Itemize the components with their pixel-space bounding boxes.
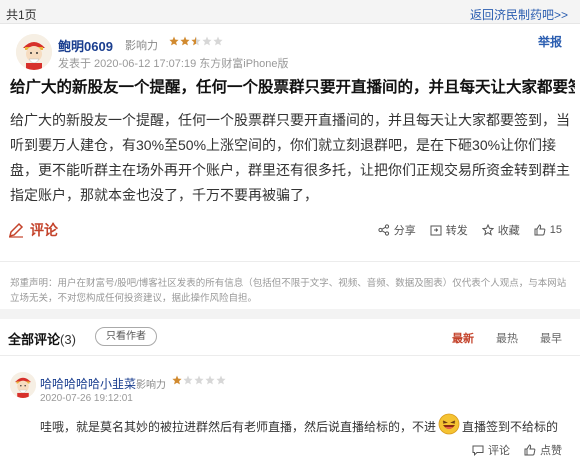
comments-header: 全部评论(3) <box>8 329 76 348</box>
comment-like-button[interactable]: 点赞 <box>524 442 562 458</box>
like-button[interactable]: 15 <box>534 222 562 238</box>
post-author-name[interactable]: 鲍明0609 <box>58 36 113 55</box>
sort-earliest-tab[interactable]: 最早 <box>540 330 562 346</box>
comment-time: 2020-07-26 19:12:01 <box>40 393 133 404</box>
favorite-label: 收藏 <box>497 225 520 237</box>
laughing-emoji-icon <box>438 413 460 435</box>
star-outline-icon <box>481 224 494 236</box>
star-icon <box>180 36 190 46</box>
comment-button[interactable]: 评论 <box>8 220 58 240</box>
star-icon <box>191 36 201 46</box>
top-bar: 共1页 返回济民制药吧>> <box>0 0 580 24</box>
like-count: 15 <box>549 224 562 236</box>
share-icon <box>378 224 389 236</box>
star-icon <box>202 36 212 46</box>
thumbs-up-icon <box>524 444 536 456</box>
reply-button[interactable]: 评论 <box>472 442 510 458</box>
share-button[interactable]: 分享 <box>378 222 416 238</box>
comment-button-label: 评论 <box>30 222 58 238</box>
divider <box>0 355 580 356</box>
star-icon <box>216 375 226 385</box>
sort-newest-tab[interactable]: 最新 <box>452 330 474 346</box>
repost-icon <box>430 225 442 236</box>
repost-label: 转发 <box>445 225 468 237</box>
post-body: 给广大的新股友一个提醒，任何一个股票群只要开直播间的，并且每天让大家都要签到，当… <box>10 112 570 203</box>
disclaimer-text: 郑重声明：用户在财富号/股吧/博客社区发表的所有信息（包括但不限于文字、视频、音… <box>10 278 567 304</box>
only-author-button[interactable]: 只看作者 <box>95 327 157 346</box>
comment-actions: 评论 点赞 <box>472 442 562 458</box>
star-icon <box>213 36 223 46</box>
report-button[interactable]: 举报 <box>538 33 562 50</box>
influence-label: 影响力 <box>136 380 166 391</box>
comment-sort-tabs: 最新 最热 最早 <box>452 330 562 346</box>
favorite-button[interactable]: 收藏 <box>481 222 520 238</box>
influence-label: 影响力 <box>125 40 158 52</box>
avatar-icon <box>10 372 36 398</box>
comment-like-label: 点赞 <box>540 445 562 457</box>
comment-text: 哇哦，就是莫名其妙的被拉进群然后有老师直播，然后说直播给标的，不进 直播签到不给… <box>40 413 575 439</box>
commenter-name[interactable]: 哈哈哈哈哈小韭菜 <box>40 375 136 392</box>
share-label: 分享 <box>393 225 416 237</box>
star-icon <box>205 375 215 385</box>
sort-hottest-tab[interactable]: 最热 <box>496 330 518 346</box>
divider <box>0 261 580 262</box>
comment-text-part: 哇哦，就是莫名其妙的被拉进群然后有老师直播，然后说直播给标的，不进 <box>40 420 437 435</box>
star-icon <box>172 375 182 385</box>
star-icon <box>194 375 204 385</box>
post-meta: 发表于 2020-06-12 17:07:19 东方财富iPhone版 <box>58 58 289 70</box>
comment-text-part: 直播签到不给标的 <box>462 420 559 435</box>
comments-title: 全部评论 <box>8 332 61 347</box>
page-count: 共1页 <box>6 8 37 22</box>
section-separator <box>0 309 580 319</box>
comments-count: (3) <box>60 332 76 347</box>
avatar-icon <box>16 34 52 70</box>
star-icon <box>169 36 179 46</box>
back-to-forum-link[interactable]: 返回济民制药吧>> <box>470 6 568 23</box>
post-title: 给广大的新股友一个提醒，任何一个股票群只要开直播间的，并且每天让大家都要签到，当 <box>10 79 575 96</box>
pencil-icon <box>8 222 24 238</box>
post-actions: 分享 转发 收藏 15 <box>378 222 562 238</box>
avatar[interactable] <box>16 34 52 70</box>
influence-stars <box>172 375 226 385</box>
repost-button[interactable]: 转发 <box>430 222 468 238</box>
star-icon <box>183 375 193 385</box>
commenter-avatar[interactable] <box>10 372 36 398</box>
influence-stars <box>169 36 223 46</box>
thumbs-up-icon <box>534 224 546 236</box>
comment-bubble-icon <box>472 445 484 456</box>
reply-label: 评论 <box>488 445 510 457</box>
